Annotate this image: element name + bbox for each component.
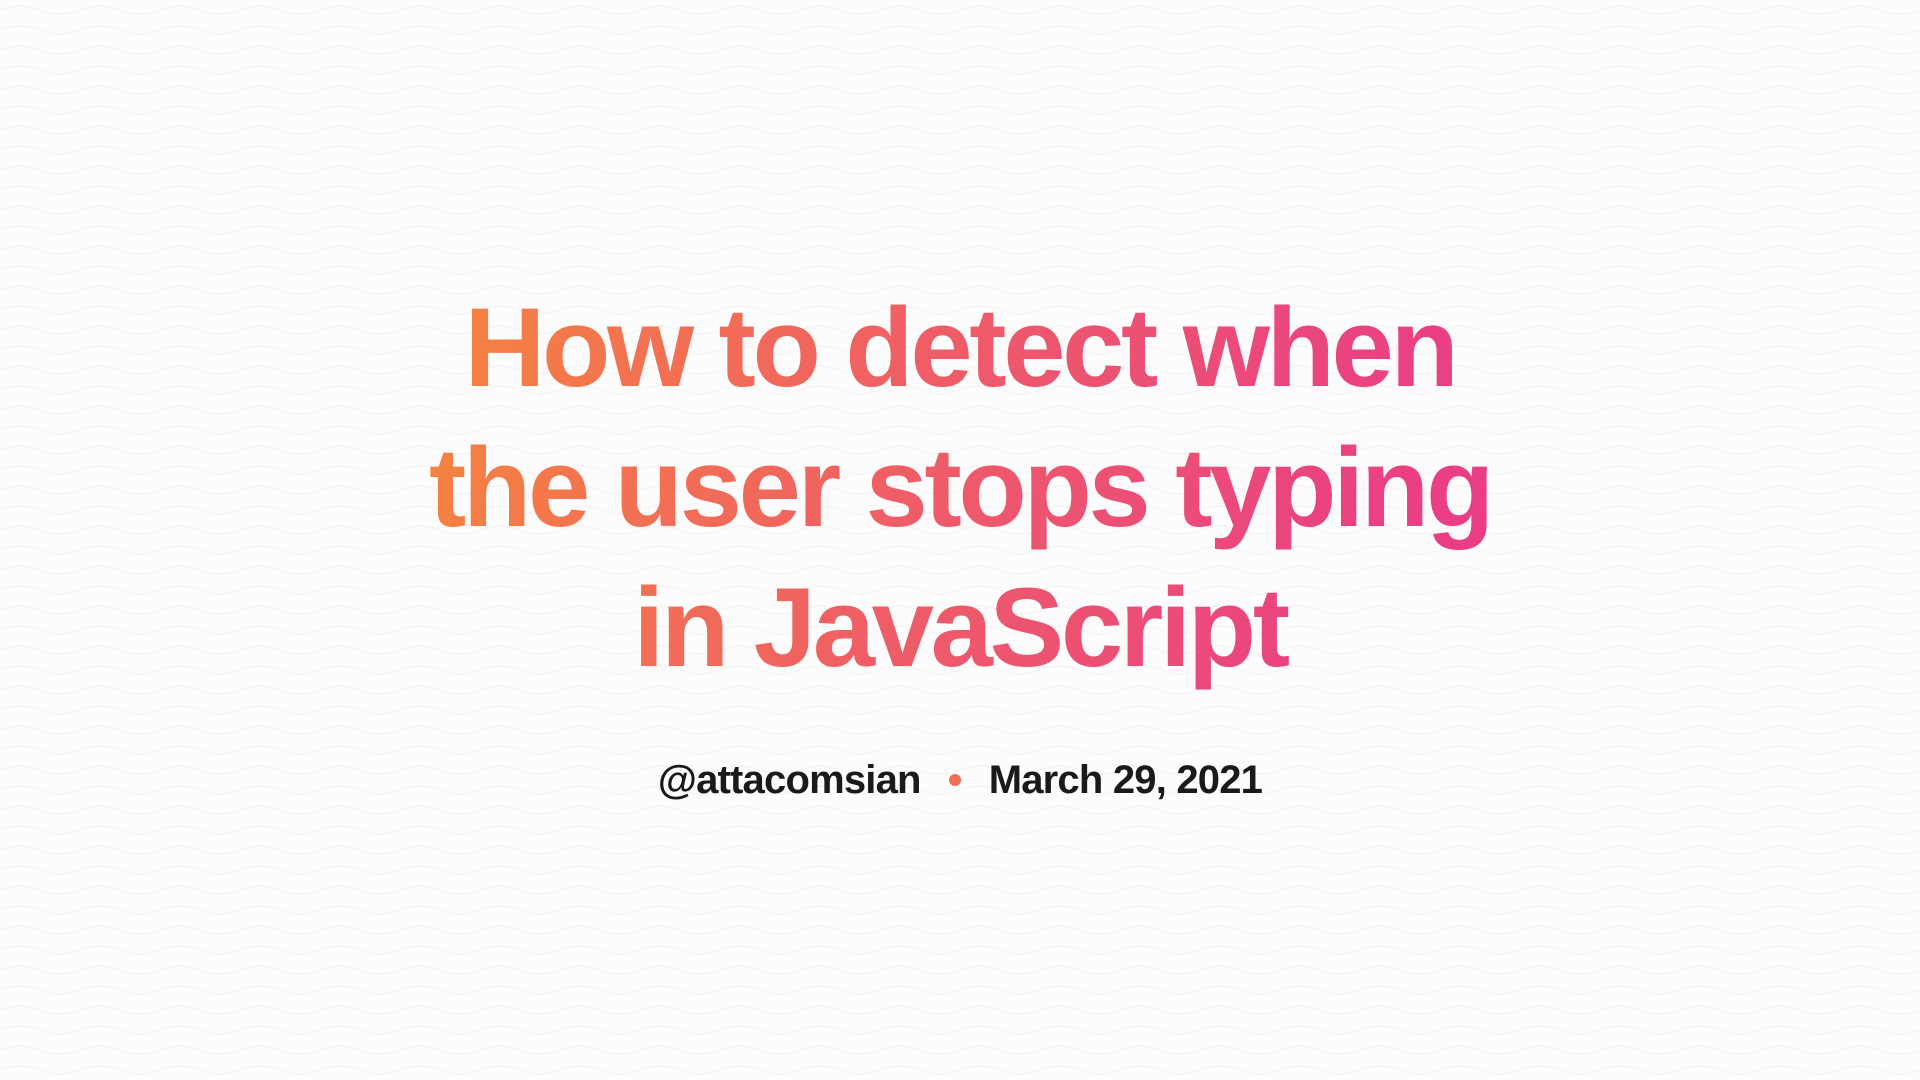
author-handle: @attacomsian — [658, 758, 921, 803]
article-meta: @attacomsian March 29, 2021 — [658, 758, 1262, 803]
publish-date: March 29, 2021 — [989, 758, 1262, 803]
article-title: How to detect when the user stops typing… — [400, 278, 1520, 698]
dot-separator-icon — [949, 774, 961, 786]
article-card: How to detect when the user stops typing… — [360, 278, 1560, 803]
